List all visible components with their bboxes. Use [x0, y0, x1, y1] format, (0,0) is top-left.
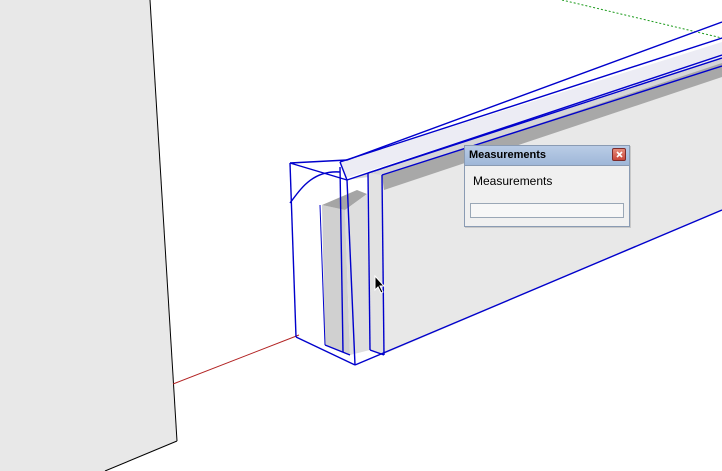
- selection-left-vertical: [289, 162, 297, 338]
- green-axis: [561, 0, 722, 39]
- wall-plane-face[interactable]: [0, 0, 177, 471]
- measurements-titlebar[interactable]: Measurements: [465, 146, 629, 166]
- measurements-close-button[interactable]: [612, 148, 626, 161]
- close-icon: [616, 151, 623, 158]
- modeling-viewport[interactable]: Measurements Measurements: [0, 0, 722, 471]
- 3d-scene[interactable]: [0, 0, 722, 471]
- red-axis: [172, 334, 300, 385]
- measurements-label: Measurements: [473, 174, 553, 188]
- measurements-dialog[interactable]: Measurements Measurements: [464, 145, 630, 227]
- measurements-title: Measurements: [469, 149, 547, 161]
- measurements-input[interactable]: [470, 203, 624, 218]
- arrow-cursor-icon: [374, 275, 386, 294]
- selection-curve-edge: [289, 171, 341, 204]
